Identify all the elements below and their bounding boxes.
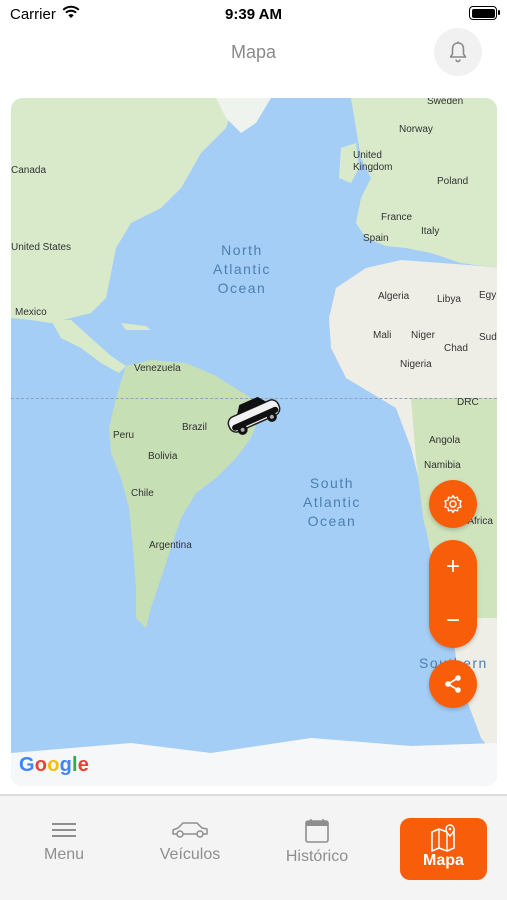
gear-icon — [444, 494, 462, 514]
map-label: Chile — [131, 488, 154, 499]
nav-map-label: Mapa — [423, 852, 464, 869]
nav-menu-label: Menu — [43, 846, 85, 863]
zoom-controls: + − — [429, 540, 477, 648]
map-label: United States — [11, 242, 72, 253]
map-label: Mexico — [15, 307, 47, 318]
car-marker-icon — [227, 396, 281, 435]
menu-icon — [52, 823, 76, 837]
map-icon — [430, 824, 455, 852]
map-settings-button[interactable] — [429, 480, 477, 528]
map-label: Sweden — [427, 98, 464, 107]
map-label: Poland — [437, 176, 469, 187]
map-label: Chad — [444, 343, 468, 354]
map-label: Nigeria — [400, 359, 432, 370]
car-icon — [172, 822, 208, 838]
google-logo: Google — [19, 754, 90, 776]
map-label: Bolivia — [148, 451, 178, 462]
map-label: Norway — [399, 124, 433, 135]
map-label: Sud — [479, 332, 497, 343]
nav-vehicles[interactable]: Veículos — [145, 818, 235, 880]
map-label: Egy — [479, 290, 497, 301]
map-label: DRC — [457, 397, 479, 408]
clock: 9:39 AM — [225, 6, 282, 23]
nav-map[interactable]: Mapa — [400, 818, 487, 880]
status-bar: Carrier 9:39 AM — [0, 0, 507, 28]
ocean-label: South Atlantic Ocean — [303, 475, 361, 529]
nav-history[interactable]: Histórico — [272, 818, 362, 880]
map-label: Italy — [421, 226, 440, 237]
map-view[interactable]: Sweden Norway United Kingdom Poland Fran… — [11, 98, 497, 786]
nav-menu[interactable]: Menu — [19, 818, 109, 880]
nav-history-label: Histórico — [285, 848, 349, 865]
map-label: France — [381, 212, 413, 223]
notifications-button[interactable] — [434, 28, 482, 76]
page-title: Mapa — [230, 42, 277, 62]
battery-icon — [469, 6, 500, 20]
map-label: Libya — [437, 294, 461, 305]
vehicle-marker[interactable] — [223, 394, 285, 443]
map-label: Namibia — [424, 460, 461, 471]
map-label: Peru — [113, 430, 135, 441]
map-label: Mali — [373, 330, 392, 341]
map-label: Spain — [363, 233, 389, 244]
map-label: Brazil — [182, 422, 208, 433]
map-label: United Kingdom — [353, 150, 393, 173]
zoom-in-button[interactable]: + — [429, 555, 477, 579]
map-label: Venezuela — [134, 363, 181, 374]
bell-icon — [449, 41, 467, 63]
map-label: Algeria — [378, 291, 410, 302]
map-label: Niger — [411, 330, 435, 341]
zoom-out-button[interactable]: − — [429, 609, 477, 633]
share-button[interactable] — [429, 660, 477, 708]
calendar-icon — [305, 819, 329, 843]
map-label: Angola — [429, 435, 461, 446]
ocean-label: North Atlantic Ocean — [213, 242, 271, 296]
header: Mapa — [0, 28, 507, 80]
share-icon — [445, 675, 461, 693]
map-label: Argentina — [149, 540, 192, 551]
nav-vehicles-label: Veículos — [159, 846, 221, 863]
bottom-navigation: Menu Veículos Histórico Mapa — [0, 794, 507, 900]
map-label: Canada — [11, 165, 47, 176]
